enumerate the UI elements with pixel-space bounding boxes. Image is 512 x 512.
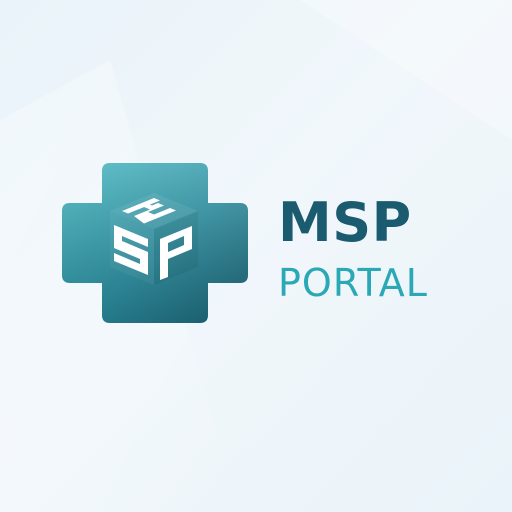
emblem-cube: [110, 193, 198, 285]
medical-cross-cube-icon: [62, 163, 248, 323]
wordmark: MSP PORTAL: [278, 191, 498, 305]
brand-name: MSP: [278, 191, 412, 254]
brand-tagline: PORTAL: [278, 261, 428, 305]
